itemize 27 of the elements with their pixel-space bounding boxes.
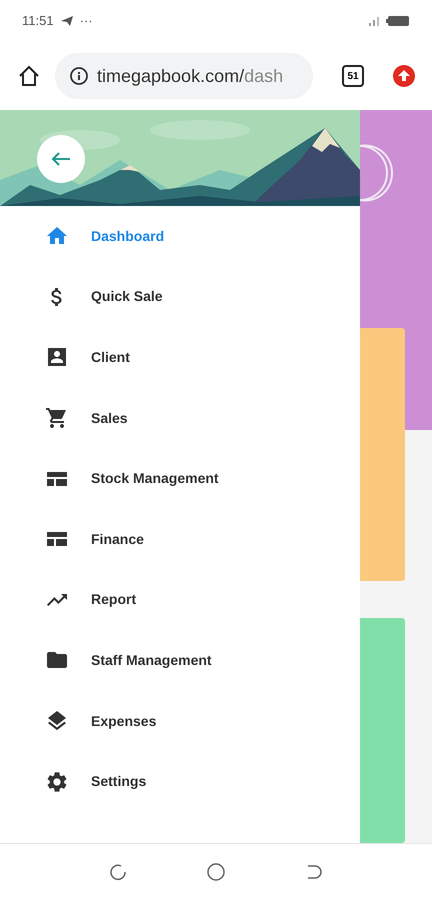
url-host: timegapbook.com/ <box>97 64 244 88</box>
url-path: dash <box>244 64 284 88</box>
menu-item[interactable]: Stock Management <box>0 448 360 509</box>
menu-item[interactable]: Finance <box>0 508 360 570</box>
status-more: ··· <box>80 12 93 30</box>
menu-item[interactable]: Settings <box>0 751 360 812</box>
home-icon[interactable] <box>17 64 41 88</box>
menu-item[interactable]: Sales <box>0 388 360 448</box>
menu-item[interactable]: Quick Sale <box>0 266 360 328</box>
status-time: 11:51 <box>22 12 54 30</box>
signal-icon <box>368 15 382 27</box>
send-icon <box>60 15 74 27</box>
cart-icon <box>45 406 69 430</box>
info-icon <box>69 66 89 86</box>
menu-item[interactable]: Dashboard <box>0 206 360 267</box>
tab-count-button[interactable]: 51 <box>342 65 364 87</box>
menu-item[interactable]: Report <box>0 570 360 630</box>
menu-item[interactable]: Expenses <box>0 690 360 752</box>
battery-icon <box>386 15 410 27</box>
settings-icon <box>45 770 69 794</box>
address-bar[interactable]: timegapbook.com/dash <box>55 53 313 99</box>
menu-item[interactable]: Staff Management <box>0 630 360 691</box>
menu-item[interactable]: Client <box>0 327 360 388</box>
back-arrow-icon <box>51 151 71 167</box>
upload-icon[interactable] <box>392 64 416 88</box>
home-circle-icon[interactable] <box>206 862 226 882</box>
recent-apps-icon[interactable] <box>109 863 128 881</box>
